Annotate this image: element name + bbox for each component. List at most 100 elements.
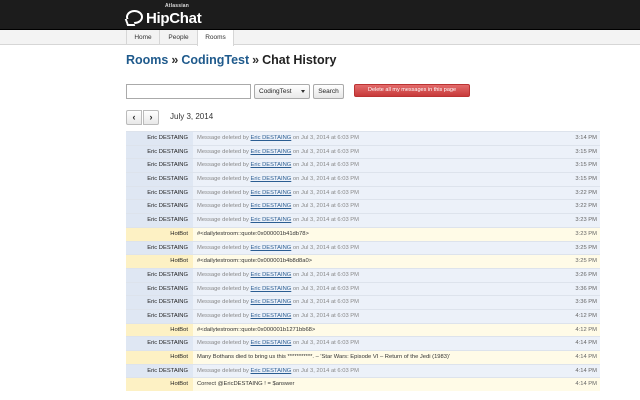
deleted-notice-date: on Jul 3, 2014 at 6:03 PM — [291, 299, 359, 306]
message-author: Eric DESTAING — [126, 145, 193, 159]
message-text: Message deleted by Eric DESTAING on Jul … — [193, 200, 564, 213]
chevron-down-icon — [301, 90, 305, 93]
brand-label: HipChat — [146, 9, 202, 27]
message-text: Message deleted by Eric DESTAING on Jul … — [193, 269, 564, 282]
deleted-by-user-link[interactable]: Eric DESTAING — [251, 368, 292, 374]
message-text: Message deleted by Eric DESTAING on Jul … — [193, 283, 564, 296]
message-row: Eric DESTAING Message deleted by Eric DES… — [126, 185, 600, 200]
deleted-notice-prefix: Message deleted by — [197, 244, 251, 251]
deleted-by-user-link[interactable]: Eric DESTAING — [251, 217, 292, 223]
brand-name: Atlassian HipChat — [146, 2, 202, 27]
tab-home[interactable]: Home — [126, 30, 159, 45]
message-text: #<dailytestroom::quote:0x000001b1271bb68… — [197, 326, 316, 333]
message-timestamp: 3:15 PM — [575, 162, 597, 169]
delete-all-messages-button[interactable]: Delete all my messages in this page — [354, 84, 470, 97]
deleted-by-user-link[interactable]: Eric DESTAING — [251, 162, 292, 168]
message-author: Eric DESTAING — [126, 268, 193, 282]
deleted-by-user-link[interactable]: Eric DESTAING — [251, 190, 292, 196]
current-date: July 3, 2014 — [170, 112, 214, 121]
message-row: Eric DESTAING Message deleted by Eric DES… — [126, 213, 600, 227]
deleted-notice-prefix: Message deleted by — [197, 148, 251, 155]
message-row: Eric DESTAING Message deleted by Eric DES… — [126, 363, 600, 378]
chat-history-list: Eric DESTAING Message deleted by Eric DES… — [126, 131, 600, 392]
message-timestamp: 4:12 PM — [575, 326, 597, 333]
deleted-notice-date: on Jul 3, 2014 at 6:03 PM — [291, 148, 359, 155]
deleted-notice-date: on Jul 3, 2014 at 6:03 PM — [291, 203, 359, 210]
message-timestamp: 3:23 PM — [575, 217, 597, 224]
message-row: Eric DESTAING Message deleted by Eric DES… — [126, 308, 600, 323]
search-button[interactable]: Search — [313, 84, 344, 99]
message-row: Eric DESTAING Message deleted by Eric DES… — [126, 131, 600, 145]
message-author: HotBot — [126, 351, 193, 364]
breadcrumb: Rooms» CodingTest» Chat History — [126, 53, 336, 67]
deleted-by-user-link[interactable]: Eric DESTAING — [251, 245, 292, 251]
message-author: Eric DESTAING — [126, 173, 193, 186]
deleted-notice-prefix: Message deleted by — [197, 217, 251, 224]
message-text: Message deleted by Eric DESTAING on Jul … — [193, 132, 564, 145]
deleted-notice-prefix: Message deleted by — [197, 285, 251, 292]
message-author: Eric DESTAING — [126, 337, 193, 350]
message-timestamp: 4:14 PM — [575, 367, 597, 374]
message-author: Eric DESTAING — [126, 132, 193, 145]
message-row: Eric DESTAING Message deleted by Eric DES… — [126, 158, 600, 173]
message-text: Message deleted by Eric DESTAING on Jul … — [193, 187, 564, 200]
deleted-notice-prefix: Message deleted by — [197, 312, 251, 319]
next-day-button[interactable]: › — [143, 110, 159, 125]
top-bar: Atlassian HipChat — [0, 0, 640, 30]
deleted-by-user-link[interactable]: Eric DESTAING — [251, 299, 292, 305]
message-row: Eric DESTAING Message deleted by Eric DES… — [126, 199, 600, 214]
deleted-by-user-link[interactable]: Eric DESTAING — [251, 313, 292, 319]
message-author: Eric DESTAING — [126, 364, 193, 378]
message-text: #<dailytestroom::quote:0x000001b4b8d8a0> — [197, 258, 313, 265]
deleted-notice-date: on Jul 3, 2014 at 6:03 PM — [291, 189, 359, 196]
room-select[interactable]: CodingTest — [254, 84, 310, 99]
deleted-by-user-link[interactable]: Eric DESTAING — [251, 149, 292, 155]
deleted-notice-date: on Jul 3, 2014 at 6:03 PM — [291, 340, 359, 347]
previous-day-button[interactable]: ‹ — [126, 110, 142, 125]
page-title: Chat History — [262, 53, 337, 67]
deleted-notice-date: on Jul 3, 2014 at 6:03 PM — [291, 162, 359, 169]
deleted-by-user-link[interactable]: Eric DESTAING — [251, 135, 292, 141]
message-timestamp: 3:36 PM — [575, 299, 597, 306]
message-text: Message deleted by Eric DESTAING on Jul … — [193, 296, 564, 309]
deleted-by-user-link[interactable]: Eric DESTAING — [251, 176, 292, 182]
hipchat-logo[interactable]: Atlassian HipChat — [126, 2, 202, 27]
message-timestamp: 3:36 PM — [575, 285, 597, 292]
deleted-notice-prefix: Message deleted by — [197, 299, 251, 306]
deleted-notice-prefix: Message deleted by — [197, 176, 251, 183]
message-timestamp: 4:14 PM — [575, 354, 597, 360]
message-timestamp: 3:25 PM — [575, 258, 597, 265]
deleted-notice-prefix: Message deleted by — [197, 203, 251, 210]
message-author: Eric DESTAING — [126, 282, 193, 296]
deleted-notice-date: on Jul 3, 2014 at 6:03 PM — [291, 367, 359, 374]
deleted-notice-prefix: Message deleted by — [197, 367, 251, 374]
message-text: Message deleted by Eric DESTAING on Jul … — [193, 159, 564, 172]
message-author: HotBot — [126, 378, 193, 392]
message-row: HotBot #<dailytestroom::quote:0x000001b41… — [126, 226, 600, 241]
brand-parent: Atlassian — [165, 2, 190, 9]
message-text: Message deleted by Eric DESTAING on Jul … — [193, 146, 564, 159]
message-timestamp: 3:26 PM — [575, 271, 597, 278]
deleted-notice-date: on Jul 3, 2014 at 6:03 PM — [291, 312, 359, 319]
breadcrumb-room-link[interactable]: CodingTest — [181, 53, 249, 67]
message-author: HotBot — [126, 227, 193, 241]
message-author: Eric DESTAING — [126, 296, 193, 309]
deleted-by-user-link[interactable]: Eric DESTAING — [251, 340, 292, 346]
deleted-by-user-link[interactable]: Eric DESTAING — [251, 286, 292, 292]
message-author: HotBot — [126, 323, 193, 337]
message-author: Eric DESTAING — [126, 186, 193, 200]
message-timestamp: 4:14 PM — [575, 340, 597, 347]
tab-people[interactable]: People — [159, 30, 197, 45]
message-row: Eric DESTAING Message deleted by Eric DES… — [126, 267, 600, 282]
deleted-by-user-link[interactable]: Eric DESTAING — [251, 272, 292, 278]
message-timestamp: 3:22 PM — [575, 189, 597, 196]
search-input[interactable] — [126, 84, 251, 99]
deleted-by-user-link[interactable]: Eric DESTAING — [251, 203, 292, 209]
tab-rooms[interactable]: Rooms — [197, 30, 234, 46]
message-timestamp: 3:14 PM — [575, 135, 597, 141]
room-select-value: CodingTest — [259, 88, 292, 95]
deleted-notice-date: on Jul 3, 2014 at 6:03 PM — [291, 176, 359, 183]
breadcrumb-rooms-link[interactable]: Rooms — [126, 53, 168, 67]
message-author: Eric DESTAING — [126, 159, 193, 173]
message-text: Message deleted by Eric DESTAING on Jul … — [193, 173, 564, 186]
